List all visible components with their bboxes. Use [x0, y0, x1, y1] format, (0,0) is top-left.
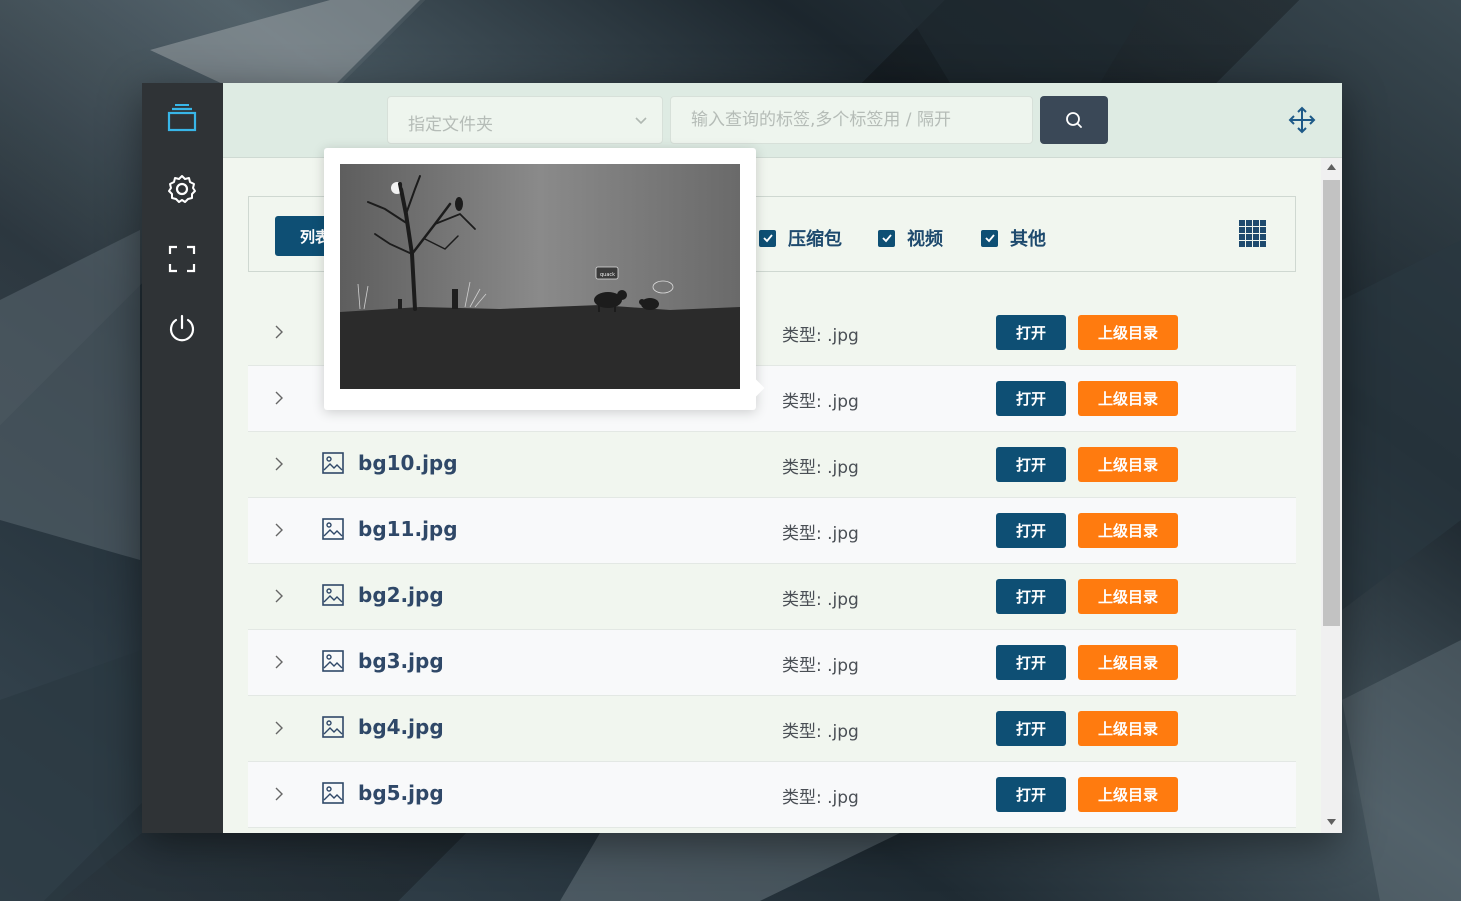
table-row[interactable]: bg2.jpg 类型: .jpg 打开 上级目录 [248, 564, 1296, 630]
parent-directory-button[interactable]: 上级目录 [1078, 711, 1178, 746]
sidebar-settings-button[interactable] [162, 169, 202, 209]
open-button[interactable]: 打开 [996, 645, 1066, 680]
chevron-right-icon[interactable] [272, 720, 286, 736]
file-type: 类型: .jpg [782, 392, 859, 412]
open-button[interactable]: 打开 [996, 513, 1066, 548]
chevron-right-icon[interactable] [272, 654, 286, 670]
parent-directory-button[interactable]: 上级目录 [1078, 447, 1178, 482]
filter-other-checkbox[interactable]: 其他 [981, 225, 1046, 251]
preview-speech-text: quack [600, 272, 615, 278]
filter-archive-label: 压缩包 [788, 229, 842, 250]
preview-image: quack [340, 164, 740, 389]
image-file-icon [322, 452, 344, 474]
sidebar-fullscreen-button[interactable] [162, 239, 202, 279]
top-toolbar: 指定文件夹 [223, 83, 1342, 158]
folder-select[interactable]: 指定文件夹 [387, 96, 663, 144]
image-file-icon [322, 716, 344, 738]
chevron-right-icon[interactable] [272, 786, 286, 802]
table-row[interactable]: bg5.jpg 类型: .jpg 打开 上级目录 [248, 762, 1296, 828]
filter-video-label: 视频 [907, 229, 943, 250]
image-file-icon [322, 650, 344, 672]
parent-directory-button[interactable]: 上级目录 [1078, 579, 1178, 614]
parent-directory-button[interactable]: 上级目录 [1078, 381, 1178, 416]
table-row[interactable]: bg4.jpg 类型: .jpg 打开 上级目录 [248, 696, 1296, 762]
open-button[interactable]: 打开 [996, 711, 1066, 746]
sidebar [142, 83, 223, 833]
chevron-right-icon[interactable] [272, 390, 286, 406]
search-icon [1066, 112, 1082, 128]
table-row[interactable]: bg10.jpg 类型: .jpg 打开 上级目录 [248, 432, 1296, 498]
file-type: 类型: .jpg [782, 590, 859, 610]
open-button[interactable]: 打开 [996, 777, 1066, 812]
chevron-right-icon[interactable] [272, 522, 286, 538]
file-type: 类型: .jpg [782, 326, 859, 346]
file-type: 类型: .jpg [782, 458, 859, 478]
file-name[interactable]: bg5.jpg [358, 781, 444, 805]
file-name[interactable]: bg11.jpg [358, 517, 458, 541]
file-type: 类型: .jpg [782, 656, 859, 676]
chevron-down-icon [635, 117, 647, 125]
file-type: 类型: .jpg [782, 788, 859, 808]
open-button[interactable]: 打开 [996, 447, 1066, 482]
table-row[interactable]: bg3.jpg 类型: .jpg 打开 上级目录 [248, 630, 1296, 696]
checkbox-checked-icon [759, 229, 776, 247]
move-icon[interactable] [1287, 105, 1317, 135]
open-button[interactable]: 打开 [996, 381, 1066, 416]
image-file-icon [322, 584, 344, 606]
grid-view-icon[interactable] [1239, 220, 1267, 248]
parent-directory-button[interactable]: 上级目录 [1078, 777, 1178, 812]
chevron-right-icon[interactable] [272, 588, 286, 604]
image-preview-popover: quack [324, 148, 765, 410]
scroll-up-arrow-icon[interactable] [1326, 163, 1337, 171]
gear-icon [168, 175, 196, 203]
folder-select-placeholder: 指定文件夹 [408, 115, 493, 135]
power-icon [169, 314, 195, 342]
vertical-scrollbar[interactable] [1321, 158, 1342, 833]
layers-icon [167, 104, 197, 132]
image-file-icon [322, 518, 344, 540]
scroll-down-arrow-icon[interactable] [1326, 818, 1337, 826]
file-name[interactable]: bg4.jpg [358, 715, 444, 739]
file-type: 类型: .jpg [782, 524, 859, 544]
file-type: 类型: .jpg [782, 722, 859, 742]
parent-directory-button[interactable]: 上级目录 [1078, 513, 1178, 548]
table-row[interactable]: bg11.jpg 类型: .jpg 打开 上级目录 [248, 498, 1296, 564]
file-name[interactable]: bg10.jpg [358, 451, 458, 475]
parent-directory-button[interactable]: 上级目录 [1078, 645, 1178, 680]
scrollbar-thumb[interactable] [1323, 180, 1340, 626]
sidebar-layers-button[interactable] [162, 98, 202, 138]
parent-directory-button[interactable]: 上级目录 [1078, 315, 1178, 350]
filter-video-checkbox[interactable]: 视频 [878, 225, 943, 251]
image-file-icon [322, 782, 344, 804]
tag-search-input[interactable] [670, 96, 1033, 144]
filter-archive-checkbox[interactable]: 压缩包 [759, 225, 842, 251]
file-name[interactable]: bg2.jpg [358, 583, 444, 607]
filter-other-label: 其他 [1010, 229, 1046, 250]
open-button[interactable]: 打开 [996, 579, 1066, 614]
chevron-right-icon[interactable] [272, 324, 286, 340]
chevron-right-icon[interactable] [272, 456, 286, 472]
sidebar-power-button[interactable] [162, 309, 202, 349]
checkbox-checked-icon [878, 229, 895, 247]
open-button[interactable]: 打开 [996, 315, 1066, 350]
fullscreen-icon [168, 245, 196, 273]
search-button[interactable] [1040, 96, 1108, 144]
checkbox-checked-icon [981, 229, 998, 247]
file-name[interactable]: bg3.jpg [358, 649, 444, 673]
